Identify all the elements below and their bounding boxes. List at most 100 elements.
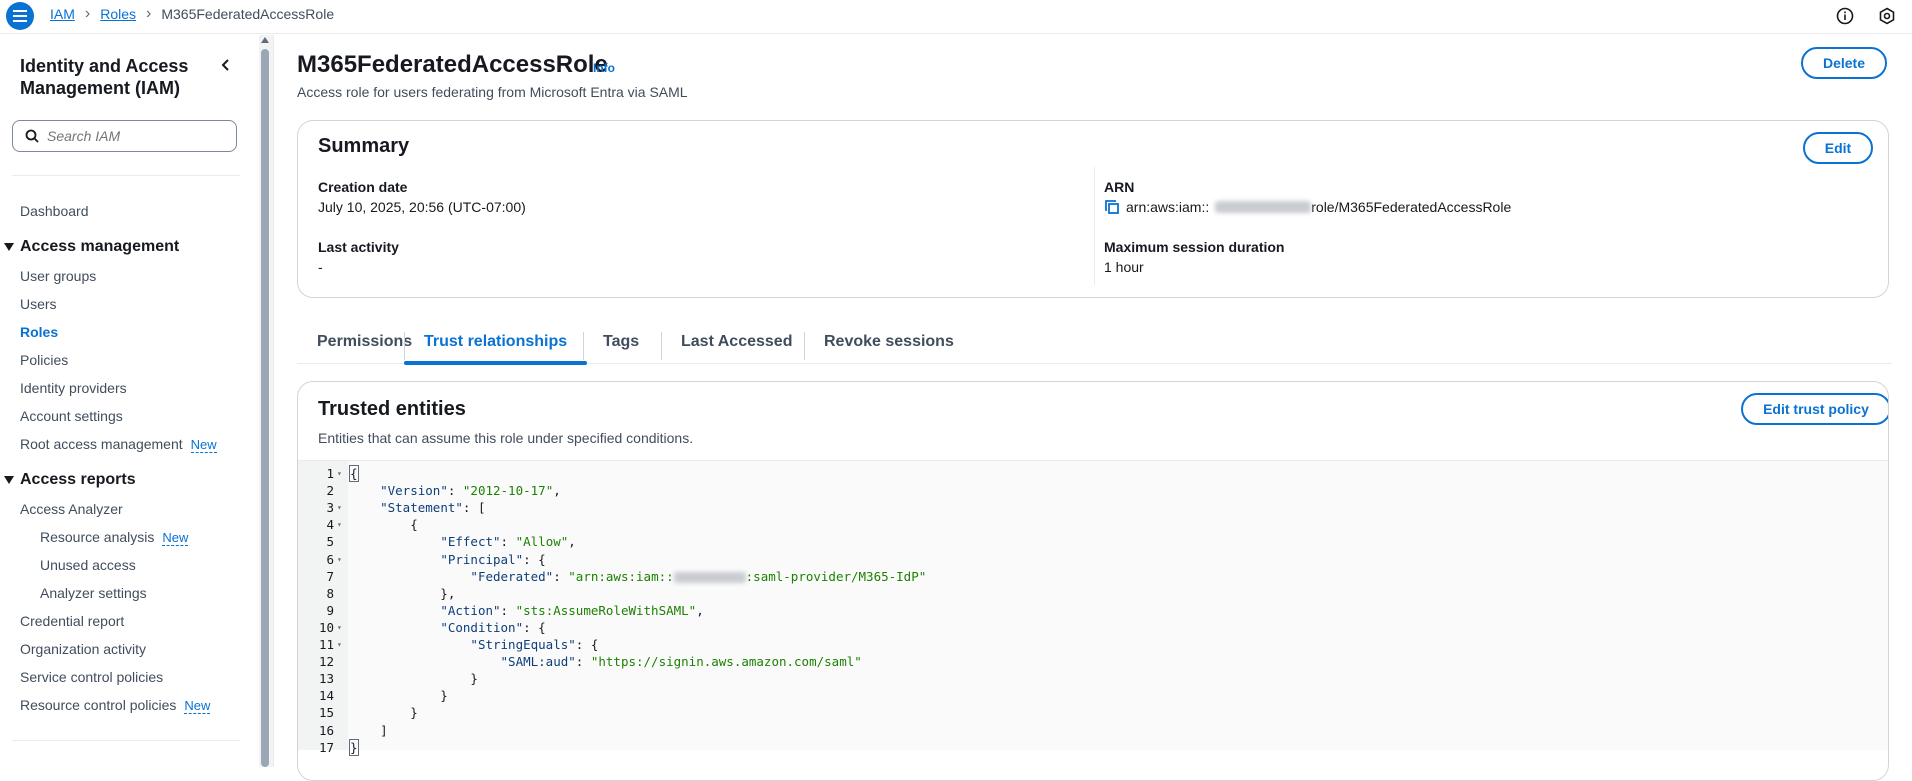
section-label: Access management (20, 238, 180, 255)
search-icon (25, 129, 39, 143)
arn-label: ARN (1104, 179, 1135, 195)
new-badge: New (184, 698, 211, 714)
tab-bar: Permissions Trust relationships Tags Las… (297, 320, 1892, 365)
new-badge: New (190, 437, 217, 453)
section-access-reports[interactable]: Access reports (4, 471, 136, 489)
code-text: "Version": "2012-10-17", (380, 483, 561, 499)
code-line: 13 } (298, 670, 1888, 687)
search-input[interactable] (47, 128, 217, 144)
tab-last-accessed[interactable]: Last Accessed (661, 320, 812, 364)
max-session-value: 1 hour (1104, 259, 1144, 275)
divider (12, 740, 240, 741)
code-line: 17} (298, 738, 1888, 756)
nav-root-access-management[interactable]: Root access management New (20, 436, 217, 453)
code-line: 1 ▾ { (298, 465, 1888, 482)
delete-button[interactable]: Delete (1801, 47, 1887, 79)
nav-access-analyzer[interactable]: Access Analyzer (20, 501, 123, 517)
code-line: 14 } (298, 687, 1888, 704)
nav-label: Root access management (20, 436, 183, 452)
search-iam-box[interactable] (12, 120, 237, 152)
code-line: 4 ▾ { (298, 516, 1888, 533)
page-description: Access role for users federating from Mi… (297, 84, 688, 100)
page-title: M365FederatedAccessRole (297, 51, 608, 78)
scroll-up-icon[interactable] (261, 37, 269, 43)
breadcrumb-iam-link[interactable]: IAM (50, 6, 75, 22)
nav-roles[interactable]: Roles (20, 324, 58, 340)
section-access-management[interactable]: Access management (4, 238, 179, 256)
line-number: 4 (326, 517, 334, 533)
nav-identity-providers[interactable]: Identity providers (20, 380, 127, 396)
nav-credential-report[interactable]: Credential report (20, 613, 124, 629)
trust-policy-code-editor[interactable]: 1 ▾{2 "Version": "2012-10-17", 3 ▾ "Stateme… (298, 460, 1888, 756)
line-number: 6 (326, 551, 334, 567)
fold-caret-icon[interactable]: ▾ (337, 636, 342, 653)
fold-caret-icon[interactable]: ▾ (337, 499, 342, 516)
line-number: 7 (326, 568, 334, 584)
line-number: 2 (326, 483, 334, 499)
line-number: 16 (318, 722, 334, 738)
last-activity-value: - (318, 259, 323, 275)
settings-hexagon-icon[interactable] (1876, 5, 1898, 27)
caret-down-icon (4, 476, 14, 484)
nav-label: Resource analysis (40, 529, 155, 545)
nav-unused-access[interactable]: Unused access (40, 557, 136, 573)
sidebar-scrollbar[interactable] (259, 35, 273, 767)
edit-button[interactable]: Edit (1803, 132, 1873, 164)
nav-resource-analysis[interactable]: Resource analysis New (40, 529, 189, 546)
fold-caret-icon[interactable]: ▾ (337, 465, 342, 482)
code-text: "Action": "sts:AssumeRoleWithSAML", (440, 602, 704, 618)
fold-caret-icon[interactable]: ▾ (337, 516, 342, 533)
nav-resource-control-policies[interactable]: Resource control policies New (20, 697, 211, 714)
fold-caret-icon[interactable]: ▾ (337, 619, 342, 636)
breadcrumb-roles-link[interactable]: Roles (100, 6, 136, 22)
nav-service-control-policies[interactable]: Service control policies (20, 669, 163, 685)
redacted-account-id (1215, 201, 1312, 213)
nav-users[interactable]: Users (20, 296, 57, 312)
nav-account-settings[interactable]: Account settings (20, 408, 123, 424)
nav-policies[interactable]: Policies (20, 352, 68, 368)
nav-dashboard[interactable]: Dashboard (20, 203, 89, 219)
nav-user-groups[interactable]: User groups (20, 268, 96, 284)
code-text: } (350, 705, 418, 721)
line-number: 11 (318, 637, 334, 652)
code-text: "Federated": "arn:aws:iam:::saml-provide… (470, 568, 927, 584)
info-link[interactable]: Info (593, 61, 615, 75)
code-line: 10 ▾ "Condition": { (298, 619, 1888, 636)
code-text: "Statement": [ (380, 500, 486, 516)
code-text: "SAML:aud": "https://signin.aws.amazon.c… (500, 654, 862, 670)
code-text: ] (350, 722, 388, 738)
scrollbar-thumb[interactable] (261, 49, 269, 767)
copy-icon[interactable] (1104, 199, 1120, 215)
code-line: 15 } (298, 704, 1888, 721)
nav-analyzer-settings[interactable]: Analyzer settings (40, 585, 147, 601)
collapse-sidebar-icon[interactable] (218, 57, 234, 73)
summary-card: Summary Edit Creation date July 10, 2025… (297, 120, 1889, 298)
code-line: 9 "Action": "sts:AssumeRoleWithSAML", (298, 602, 1888, 619)
tab-revoke-sessions[interactable]: Revoke sessions (804, 320, 974, 364)
top-bar: IAM › Roles › M365FederatedAccessRole (0, 0, 1912, 34)
hamburger-menu-icon[interactable] (6, 2, 34, 30)
line-number: 9 (326, 602, 334, 618)
last-activity-label: Last activity (318, 239, 399, 255)
line-number: 8 (326, 585, 334, 601)
code-text: } (350, 671, 478, 687)
nav-organization-activity[interactable]: Organization activity (20, 641, 146, 657)
tab-tags[interactable]: Tags (583, 320, 659, 364)
edit-trust-policy-button[interactable]: Edit trust policy (1741, 393, 1888, 425)
code-text: } (349, 738, 359, 756)
breadcrumb: IAM › Roles › M365FederatedAccessRole (50, 6, 334, 23)
code-text: { (350, 517, 418, 533)
fold-caret-icon[interactable]: ▾ (337, 551, 342, 568)
code-line: 2 "Version": "2012-10-17", (298, 482, 1888, 499)
info-icon[interactable] (1834, 5, 1856, 27)
code-line: 16 ] (298, 722, 1888, 739)
code-line: 11 ▾ "StringEquals": { (298, 636, 1888, 653)
sidebar-title: Identity and Access Management (IAM) (20, 56, 189, 98)
code-line: 6 ▾ "Principal": { (298, 551, 1888, 568)
line-number: 17 (318, 739, 334, 755)
code-line: 8 }, (298, 585, 1888, 602)
arn-prefix: arn:aws:iam:: (1126, 199, 1210, 215)
tab-trust-relationships[interactable]: Trust relationships (404, 320, 588, 365)
line-number: 5 (326, 534, 334, 550)
divider (12, 175, 240, 176)
